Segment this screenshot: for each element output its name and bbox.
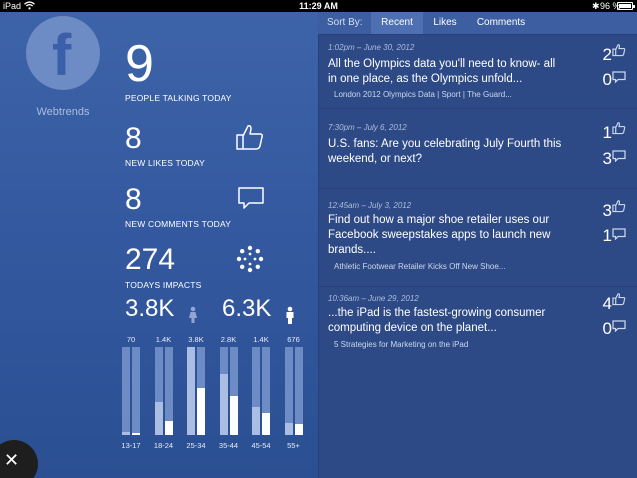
chart-bar-female [122,432,130,435]
speech-bubble-icon[interactable] [612,227,626,245]
chart-bar-female [252,407,260,435]
post-link[interactable]: London 2012 Olympics Data | Sport | The … [334,90,512,99]
post-comment-count: 3 [602,149,612,168]
close-icon: ✕ [4,450,20,470]
speech-bubble-icon[interactable] [612,70,626,88]
male-total: 6.3K [222,295,272,322]
facebook-logo-icon: f [26,16,100,90]
post-item[interactable]: 12:45am – July 3, 2012 Find out how a ma… [318,188,637,286]
post-item[interactable]: 7:30pm – July 6, 2012 U.S. fans: Are you… [318,108,637,188]
post-meta: 1:02pm – June 30, 2012 [328,43,415,52]
chart-category-label: 18-24 [153,441,174,450]
bluetooth-icon: ✱ [592,1,600,11]
post-like-count: 1 [602,123,612,142]
new-comments-count: 8 [125,183,142,216]
tab-recent[interactable]: Recent [371,12,423,34]
post-text: Find out how a major shoe retailer uses … [328,214,551,256]
chart-bar-track [122,347,130,435]
chart-category-label: 45-54 [251,441,271,450]
tab-comments[interactable]: Comments [467,12,535,34]
female-total: 3.8K [125,295,175,322]
chart-value-label: 3.8K [188,335,204,344]
chart-bar-track [294,347,303,435]
impacts-count: 274 [125,243,176,276]
chart-bar-female [219,374,228,435]
thumbs-up-icon[interactable] [612,121,626,140]
new-comments-label: NEW COMMENTS TODAY [125,219,232,229]
thumbs-up-icon[interactable] [612,292,626,311]
new-likes-label: NEW LIKES TODAY [125,158,205,168]
new-likes-count: 8 [125,122,142,155]
post-meta: 12:45am – July 3, 2012 [328,201,412,210]
dotted-circle-icon [235,244,265,279]
chart-bar-female [187,347,195,435]
post-item[interactable]: 10:36am – June 29, 2012 ...the iPad is t… [318,286,637,360]
chart-bar-male [197,388,205,435]
speech-bubble-icon [237,186,265,215]
chart-bar-track [132,347,140,435]
logo-letter: f [52,23,72,88]
post-meta: 10:36am – June 29, 2012 [328,294,419,303]
age-gender-chart: 70 13-17 1.4K 18-24 3.8K 25-34 2.8K 35-44 1.4K 45… [118,335,318,465]
battery-icon [617,2,635,10]
post-comment-count: 1 [602,226,612,245]
chart-bar-female [154,402,163,435]
people-talking-label: PEOPLE TALKING TODAY [125,93,232,103]
chart-bar-male [229,396,238,435]
post-like-count: 4 [602,294,612,313]
chart-category-label: 25-34 [186,441,206,450]
chart-bar-male [132,433,140,435]
chart-bar-track [262,347,270,435]
clock: 11:29 AM [299,1,338,11]
chart-bar-female [284,423,293,435]
female-person-icon [188,306,198,329]
status-bar: iPad 11:29 AM ✱ 96 % [0,0,637,12]
thumbs-up-icon[interactable] [612,43,626,62]
chart-bar-male [294,424,303,435]
speech-bubble-icon[interactable] [612,149,626,167]
speech-bubble-icon[interactable] [612,319,626,337]
chart-category-label: 35-44 [218,441,239,450]
thumbs-up-icon[interactable] [612,199,626,218]
sort-label: Sort By: [327,17,363,28]
post-text: All the Olympics data you'll need to kno… [328,58,556,85]
chart-bar-male [164,421,173,435]
people-talking-count: 9 [125,35,154,93]
chart-value-label: 1.4K [253,335,269,344]
chart-value-label: 676 [287,335,300,344]
post-item[interactable]: 1:02pm – June 30, 2012 All the Olympics … [318,34,637,108]
sort-bar: Sort By: Recent Likes Comments [318,12,637,34]
chart-bar-track [187,347,195,435]
chart-value-label: 1.4K [155,335,172,344]
tab-likes[interactable]: Likes [423,12,467,34]
chart-bar-track [219,347,228,435]
post-link[interactable]: 5 Strategies for Marketing on the iPad [334,340,468,349]
thumbs-up-icon [235,123,265,156]
chart-category-label: 13-17 [121,441,141,450]
chart-value-label: 70 [126,335,136,344]
male-person-icon [285,306,295,330]
chart-bar-track [284,347,293,435]
chart-value-label: 2.8K [220,335,237,344]
post-text: ...the iPad is the fastest-growing consu… [328,307,546,334]
chart-bar-track [154,347,163,435]
chart-bar-track [229,347,238,435]
chart-bar-male [262,413,270,435]
post-meta: 7:30pm – July 6, 2012 [328,123,407,132]
post-like-count: 2 [602,45,612,64]
impacts-label: TODAYS IMPACTS [125,280,202,290]
post-link[interactable]: Athletic Footwear Retailer Kicks Off New… [334,262,505,271]
chart-bar-track [197,347,205,435]
brand-name: Webtrends [36,106,90,118]
chart-bar-track [164,347,173,435]
chart-category-label: 55+ [287,441,300,450]
chart-bar-track [252,347,260,435]
post-comment-count: 0 [602,319,612,338]
post-like-count: 3 [602,201,612,220]
post-comment-count: 0 [602,70,612,89]
post-text: U.S. fans: Are you celebrating July Four… [328,138,562,165]
